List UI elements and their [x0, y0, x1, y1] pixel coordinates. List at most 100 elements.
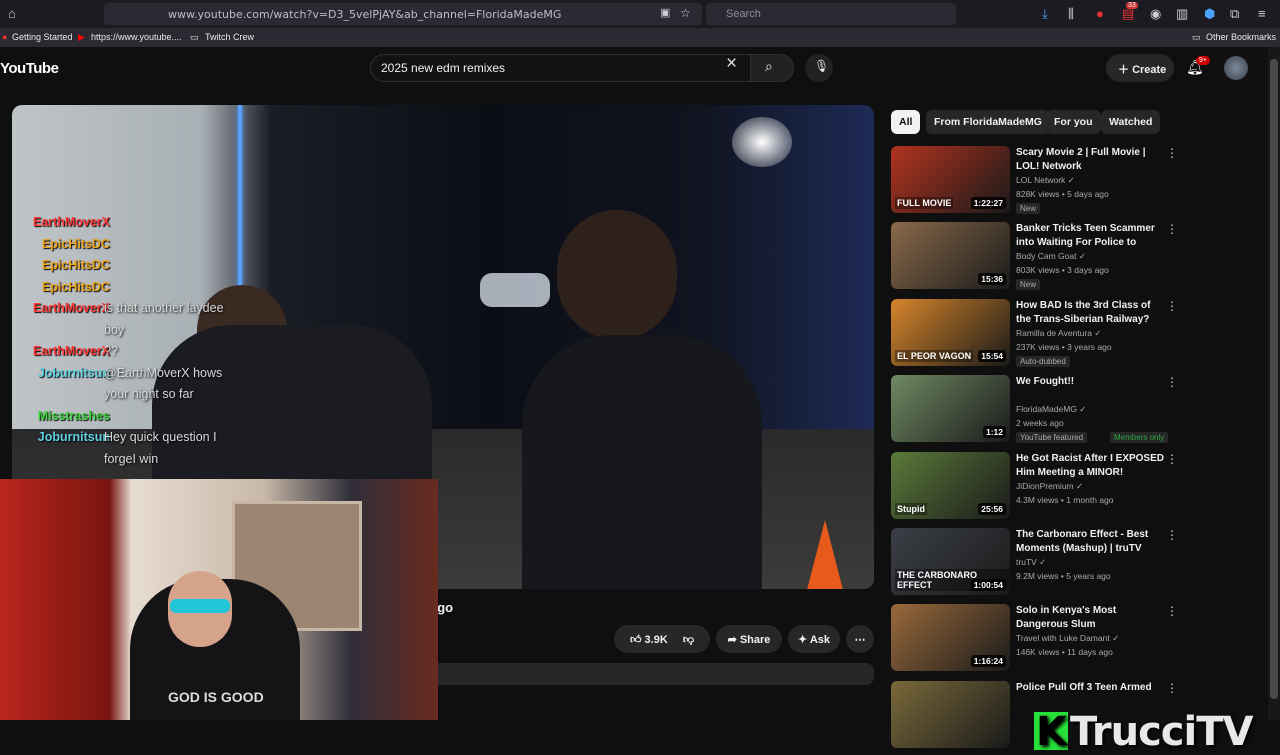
recommendation-item[interactable]: 1:12 We Fought!! FloridaMadeMG ✓ 2 weeks ag… [891, 375, 1191, 444]
sunglasses [170, 599, 230, 613]
channel-name[interactable]: truTV ✓ [1016, 557, 1046, 568]
download-icon[interactable]: ⤓ [1042, 6, 1048, 22]
bookmark-star-icon[interactable]: ☆ [680, 6, 691, 20]
thumbs-down-icon[interactable]: 👎︎ [683, 634, 694, 646]
recommendation-title[interactable]: Police Pull Off 3 Teen Armed [1016, 681, 1164, 695]
like-dislike-group[interactable]: 👍︎ 3.9K 👎︎ [614, 625, 710, 653]
more-options-icon[interactable]: ⋮ [1166, 222, 1178, 236]
recommendation-item[interactable]: FULL MOVIE 1:22:27 Scary Movie 2 | Full Mo… [891, 146, 1191, 214]
verified-icon: ✓ [1073, 480, 1084, 491]
duration-badge: 25:56 [978, 502, 1006, 515]
chat-message: @EarthMoverX hows [104, 365, 223, 380]
video-thumbnail[interactable]: Stupid 25:56 [891, 451, 1010, 519]
more-options-icon[interactable]: ⋮ [1166, 604, 1178, 618]
browser-search-field[interactable]: Search [706, 3, 956, 25]
recommendation-item[interactable]: 15:36 Banker Tricks Teen Scammer into Wai… [891, 222, 1191, 291]
recommendation-item[interactable]: Stupid 25:56 He Got Racist After I EXPOSED… [891, 451, 1191, 520]
view-count: 803K views • 3 days ago [1016, 265, 1109, 276]
reader-icon[interactable]: ▣ [660, 6, 670, 19]
extensions-grid-icon[interactable]: ▥ [1176, 6, 1188, 22]
recommendation-title[interactable]: How BAD Is the 3rd Class of the Trans-Si… [1016, 299, 1164, 327]
bookmarks-bar: ● Getting Started ▶ https://www.youtube.… [0, 28, 1280, 47]
video-thumbnail[interactable]: 1:16:24 [891, 604, 1010, 672]
recommendation-item[interactable]: 1:16:24 Solo in Kenya's Most Dangerous Sl… [891, 604, 1191, 672]
verified-icon: ✓ [1065, 175, 1075, 185]
video-thumbnail[interactable]: 15:36 [891, 222, 1010, 290]
recommendation-title[interactable]: Solo in Kenya's Most Dangerous Slum [1016, 604, 1164, 632]
bookmark-youtube[interactable]: https://www.youtube.... [91, 32, 182, 42]
chat-username: Joburnitsun [37, 430, 110, 444]
browser-toolbar: ⌂ ⛉ 🔒︎ www.youtube.com/watch?v=D3_5velPj… [0, 0, 1280, 28]
bookmark-getting-started[interactable]: Getting Started [12, 32, 73, 42]
address-bar[interactable]: www.youtube.com/watch?v=D3_5velPjAY&ab_c… [104, 3, 702, 25]
video-thumbnail[interactable] [891, 680, 1010, 748]
stream-chat-overlay: EarthMoverX EpicHitsDC EpicHitsDC EpicHitsD… [16, 215, 256, 473]
channel-name[interactable]: Body Cam Goat ✓ [1016, 251, 1086, 262]
recommendation-item[interactable]: THE CARBONARO EFFECT 1:00:54 The Carbonaro… [891, 528, 1191, 596]
avatar[interactable] [1224, 56, 1248, 80]
description-box[interactable] [430, 663, 874, 685]
chat-line: your night so far [16, 387, 256, 409]
chip-for-you[interactable]: For you [1046, 110, 1101, 134]
channel-name[interactable]: FloridaMadeMG ✓ [1016, 404, 1086, 415]
recommendation-item[interactable]: EL PEOR VAGON 15:54 How BAD Is the 3rd Cla… [891, 298, 1191, 367]
verified-icon: ✓ [1109, 633, 1120, 644]
channel-name[interactable]: Ramilla de Aventura ✓ [1016, 328, 1101, 339]
video-thumbnail[interactable]: FULL MOVIE 1:22:27 [891, 146, 1010, 213]
channel-name[interactable]: LOL Network ✓ [1016, 175, 1075, 186]
duration-badge: 1:00:54 [970, 579, 1006, 591]
puzzle-icon[interactable]: ⧉ [1230, 6, 1239, 22]
chat-username: Joburnitsun [37, 365, 110, 380]
recommendation-title[interactable]: He Got Racist After I EXPOSED Him Meetin… [1016, 452, 1164, 480]
more-options-icon[interactable]: ⋮ [1166, 528, 1178, 542]
bookmark-twitch-crew[interactable]: Twitch Crew [205, 32, 254, 42]
more-options-icon[interactable]: ⋮ [1166, 299, 1178, 313]
more-options-icon[interactable]: ⋮ [1166, 452, 1178, 466]
more-options-icon[interactable]: ⋮ [1166, 375, 1178, 389]
chip-all[interactable]: All [891, 110, 921, 134]
view-count: 4.3M views • 1 month ago [1016, 494, 1114, 505]
recommendation-title[interactable]: We Fought!! [1016, 375, 1164, 389]
home-icon[interactable]: ⌂ [8, 6, 16, 21]
extension-icon[interactable]: ● [1096, 6, 1104, 21]
chat-username: EarthMoverX [32, 215, 110, 229]
clear-search-icon[interactable]: × [726, 53, 737, 75]
more-actions-button[interactable]: ⋯ [846, 625, 874, 653]
chip-from-floridamademg[interactable]: From FloridaMadeMG [926, 110, 1050, 134]
shield-extension-icon[interactable]: ⬢ [1204, 6, 1215, 22]
share-button[interactable]: ➦ Share [716, 625, 782, 653]
duration-badge: 1:16:24 [970, 655, 1006, 668]
video-thumbnail[interactable]: EL PEOR VAGON 15:54 [891, 298, 1010, 366]
scrollbar-thumb[interactable] [1270, 59, 1278, 699]
chat-username: EarthMoverX [32, 344, 110, 358]
voice-search-button[interactable]: 🎙︎ [805, 54, 833, 82]
video-thumbnail[interactable]: 1:12 [891, 375, 1010, 443]
youtube-search-input[interactable]: 2025 new edm remixes [370, 54, 754, 82]
street-light [732, 117, 792, 167]
other-bookmarks[interactable]: Other Bookmarks [1206, 32, 1276, 42]
recommendation-title[interactable]: The Carbonaro Effect - Best Moments (Mas… [1016, 528, 1164, 556]
search-button[interactable]: ⌕ [750, 54, 794, 82]
thumbnail-text: EL PEOR VAGON [895, 349, 974, 362]
recommendation-title[interactable]: Scary Movie 2 | Full Movie | LOL! Networ… [1016, 146, 1164, 174]
recommendation-title[interactable]: Banker Tricks Teen Scammer into Waiting … [1016, 222, 1164, 250]
mic-icon: 🎙︎ [814, 59, 830, 73]
account-icon[interactable]: ◉ [1150, 6, 1161, 22]
share-label: Share [739, 634, 771, 646]
video-thumbnail[interactable]: THE CARBONARO EFFECT 1:00:54 [891, 528, 1010, 595]
channel-name[interactable]: Travel with Luke Damant ✓ [1016, 633, 1119, 644]
chat-line: Misstrashes [16, 409, 256, 431]
youtube-logo[interactable]: YouTube [0, 60, 59, 77]
ask-button[interactable]: ✦ Ask [788, 625, 840, 653]
more-options-icon[interactable]: ⋮ [1166, 681, 1178, 695]
chip-watched[interactable]: Watched [1101, 110, 1161, 134]
view-count: 237K views • 3 years ago [1016, 341, 1112, 352]
library-icon[interactable]: ⫼ [1068, 6, 1074, 22]
shirt-text: GOD IS GOOD [168, 689, 264, 705]
create-button[interactable]: ＋ Create [1106, 54, 1174, 82]
scrollbar[interactable] [1268, 47, 1280, 720]
channel-name[interactable]: JiDionPremium ✓ [1016, 481, 1083, 492]
more-options-icon[interactable]: ⋮ [1166, 146, 1178, 160]
menu-icon[interactable]: ≡ [1258, 6, 1266, 21]
thumbs-up-icon[interactable]: 👍︎ [630, 634, 642, 646]
